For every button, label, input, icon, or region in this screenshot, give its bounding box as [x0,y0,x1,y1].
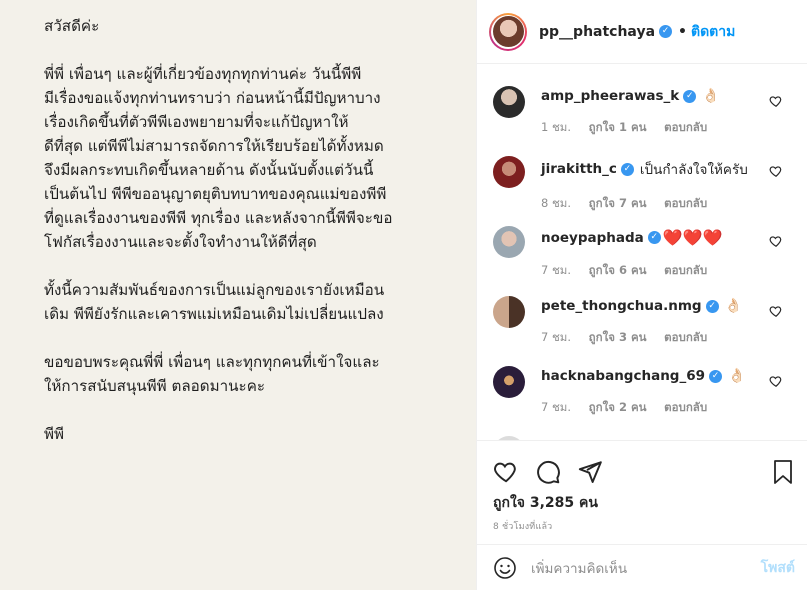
comment-likes[interactable]: ถูกใจ 2 คน [589,400,647,414]
comment-username[interactable]: jirakitth_c [541,161,617,177]
comment-username[interactable]: hacknabangchang_69 [541,368,705,384]
verified-badge-icon: ✓ [659,25,673,38]
post-sidebar: pp__phatchaya ✓ • ติดตาม amp_pheerawas_k… [477,0,807,590]
commenter-avatar[interactable] [493,296,525,328]
reply-button[interactable]: ตอบกลับ [664,330,707,344]
separator-dot: • [678,23,687,40]
ok-hand-emoji: 👌🏻 [724,298,743,314]
post-header: pp__phatchaya ✓ • ติดตาม [477,0,807,64]
comment-item: amp_pheerawas_k ✓ 👌🏻 1 ชม. ถูกใจ 1 คน ตอ… [477,64,807,134]
heart-outline-icon[interactable] [769,304,783,318]
post-greeting: สวัสดีค่ะ [44,17,100,35]
post-actions: ถูกใจ 3,285 คน 8 ชั่วโมงที่แล้ว [477,440,807,544]
follow-button[interactable]: ติดตาม [691,21,735,43]
verified-badge-icon: ✓ [647,231,661,244]
like-count[interactable]: ถูกใจ 3,285 คน [493,492,598,514]
post-signature: พีพี [44,425,65,443]
comment-likes[interactable]: ถูกใจ 3 คน [589,330,647,344]
post-paragraph-3: ขอขอบพระคุณพี่พี่ เพื่อนๆ และทุกทุกคนที่… [44,353,380,395]
comment-item-partial [477,414,807,440]
comment-item: pete_thongchua.nmg ✓ 👌🏻 7 ชม. ถูกใจ 3 คน… [477,274,807,344]
post-timestamp[interactable]: 8 ชั่วโมงที่แล้ว [493,519,552,533]
comment-text: เป็นกำลังใจให้ครับ [639,162,748,178]
add-comment-bar: เพิ่มความคิดเห็น โพสต์ [477,544,807,590]
owner-info: pp__phatchaya ✓ • ติดตาม [539,21,735,43]
comment-time[interactable]: 7 ชม. [541,330,571,344]
heart-outline-icon[interactable] [769,374,783,388]
post-image: สวัสดีค่ะ พี่พี่ เพื่อนๆ และผู้ที่เกี่ยว… [0,0,477,590]
commenter-avatar[interactable] [493,86,525,118]
comment-item: noeypaphada ✓ ❤️❤️❤️ 7 ชม. ถูกใจ 6 คน ตอ… [477,204,807,277]
paper-plane-icon[interactable] [577,459,603,485]
owner-avatar[interactable] [489,12,527,51]
heart-outline-icon[interactable] [769,234,783,248]
reply-button[interactable]: ตอบกลับ [664,120,707,134]
post-paragraph-1: พี่พี่ เพื่อนๆ และผู้ที่เกี่ยวข้องทุกทุก… [44,65,393,251]
comments-list[interactable]: amp_pheerawas_k ✓ 👌🏻 1 ชม. ถูกใจ 1 คน ตอ… [477,64,807,440]
post-paragraph-2: ทั้งนี้ความสัมพันธ์ของการเป็นแม่ลูกของเร… [44,281,385,323]
comment-item: hacknabangchang_69 ✓ 👌🏻 7 ชม. ถูกใจ 2 คน… [477,344,807,414]
comment-time[interactable]: 7 ชม. [541,400,571,414]
comment-username[interactable]: noeypaphada [541,230,644,246]
smiley-icon[interactable] [493,556,517,580]
post-comment-button[interactable]: โพสต์ [761,557,795,579]
comment-bubble-icon[interactable] [535,459,561,485]
post-text: สวัสดีค่ะ พี่พี่ เพื่อนๆ และผู้ที่เกี่ยว… [44,14,456,446]
commenter-avatar[interactable] [493,366,525,398]
reply-button[interactable]: ตอบกลับ [664,400,707,414]
comment-time[interactable]: 1 ชม. [541,120,571,134]
heart-outline-icon[interactable] [769,94,783,108]
bookmark-icon[interactable] [771,459,795,485]
verified-badge-icon: ✓ [683,89,697,103]
comment-item: jirakitth_c ✓ เป็นกำลังใจให้ครับ 8 ชม. ถ… [477,134,807,210]
verified-badge-icon: ✓ [709,369,723,383]
ok-hand-emoji: 👌🏻 [702,88,720,104]
comment-username[interactable]: amp_pheerawas_k [541,88,679,104]
verified-badge-icon: ✓ [705,299,719,313]
comment-input[interactable]: เพิ่มความคิดเห็น [531,557,627,579]
comment-likes[interactable]: ถูกใจ 1 คน [589,120,647,134]
owner-username[interactable]: pp__phatchaya [539,24,655,40]
heart-outline-icon[interactable] [493,459,519,485]
verified-badge-icon: ✓ [620,162,634,176]
commenter-avatar[interactable] [493,156,525,188]
red-hearts-emoji: ❤️❤️❤️ [662,228,723,247]
comment-username[interactable]: pete_thongchua.nmg [541,298,702,314]
commenter-avatar[interactable] [493,226,525,258]
heart-outline-icon[interactable] [769,164,783,178]
ok-hand-emoji: 👌🏻 [728,368,746,384]
